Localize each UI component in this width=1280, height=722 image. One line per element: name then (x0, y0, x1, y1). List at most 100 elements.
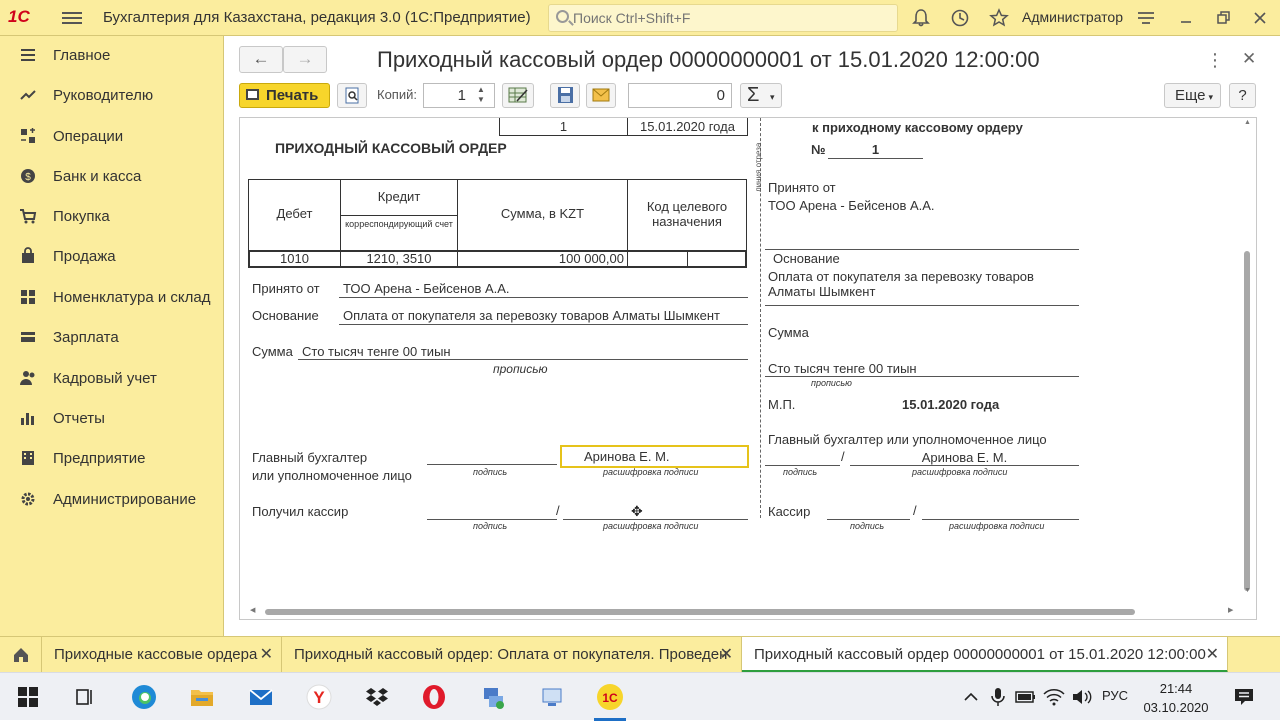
vertical-scrollbar[interactable] (1242, 126, 1252, 601)
scroll-up-icon[interactable]: ▲ (1244, 119, 1251, 126)
horizontal-scrollbar[interactable] (265, 606, 1225, 616)
close-tab-icon[interactable]: ✕ (1206, 637, 1219, 673)
sum-words-value[interactable]: Сто тысяч тенге 00 тиын (302, 344, 451, 359)
save-button[interactable] (550, 83, 580, 108)
app-logo[interactable]: 1С (8, 7, 48, 29)
basis-value[interactable]: Оплата от покупателя за перевозку товаро… (343, 308, 720, 323)
sum-field[interactable]: 0 (628, 83, 732, 108)
copies-stepper-icon[interactable]: ▲ ▼ (477, 85, 485, 105)
receipt-sum-words[interactable]: Сто тысяч тенге 00 тиын (768, 361, 917, 376)
close-tab-icon[interactable]: ✕ (260, 637, 273, 673)
1c-app-icon[interactable]: 1С (594, 681, 626, 721)
home-button[interactable] (0, 637, 42, 673)
top-number-cell[interactable]: 1 (499, 118, 628, 136)
sidebar-item-hr[interactable]: Кадровый учет (0, 363, 224, 395)
tab-cash-order-print[interactable]: Приходный кассовый ордер 00000000001 от … (742, 637, 1228, 673)
email-button[interactable] (586, 83, 616, 108)
received-from-value[interactable]: ТОО Арена - Бейсенов А.А. (343, 281, 510, 296)
in-words-caption: прописью (493, 362, 548, 376)
system-clock[interactable]: 21:44 03.10.2020 (1140, 679, 1212, 717)
clock-time: 21:44 (1159, 681, 1193, 696)
tab-cash-orders-list[interactable]: Приходные кассовые ордера ✕ (42, 637, 282, 673)
home-icon (14, 648, 28, 662)
credit-header: Кредит (377, 189, 421, 204)
top-date-cell[interactable]: 15.01.2020 года (627, 118, 748, 136)
sidebar-item-label: Номенклатура и склад (53, 289, 211, 306)
sidebar-item-label: Администрирование (53, 491, 197, 508)
help-button[interactable]: ? (1229, 83, 1256, 108)
yandex-browser-icon[interactable]: Y (303, 681, 335, 713)
settings-menu-icon[interactable] (1136, 8, 1156, 28)
search-box[interactable] (548, 4, 898, 32)
sidebar-item-purchase[interactable]: Покупка (0, 201, 224, 233)
forward-button[interactable]: → (283, 46, 327, 73)
scroll-left-icon[interactable]: ◀ (250, 606, 255, 614)
debit-header: Дебет (276, 206, 313, 221)
volume-icon[interactable] (1066, 681, 1098, 713)
print-button-label: Печать (266, 87, 319, 104)
favorites-star-icon[interactable] (989, 8, 1009, 28)
notifications-icon[interactable] (1228, 681, 1260, 713)
copies-label: Копий: (377, 87, 417, 102)
sidebar-item-main[interactable]: Главное (0, 40, 224, 72)
receipt-received-value[interactable]: ТОО Арена - Бейсенов А.А. (768, 198, 935, 213)
print-button[interactable]: Печать (239, 83, 330, 108)
edge-browser-icon[interactable] (128, 681, 160, 713)
close-tab-icon[interactable]: ✕ (720, 637, 733, 673)
minimize-icon[interactable] (1176, 8, 1196, 28)
receipt-number-value[interactable]: 1 (828, 142, 923, 157)
receipt-basis-line1[interactable]: Оплата от покупателя за перевозку товаро… (768, 269, 1034, 284)
separator-slash: / (841, 449, 845, 464)
bar-chart-icon (19, 409, 37, 427)
move-cursor-icon: ✥ (631, 503, 643, 519)
edit-mode-button[interactable] (502, 83, 534, 108)
sidebar-item-nomenclature[interactable]: Номенклатура и склад (0, 282, 224, 314)
preview-icon (345, 87, 359, 104)
amount-value[interactable]: 100 000,00 (457, 251, 624, 266)
close-window-icon[interactable] (1250, 8, 1270, 28)
bell-icon[interactable] (911, 8, 931, 28)
sidebar-item-salary[interactable]: Зарплата (0, 322, 224, 354)
receipt-chief-name[interactable]: Аринова Е. М. (850, 450, 1079, 465)
close-document-icon[interactable]: ✕ (1242, 49, 1256, 69)
language-indicator[interactable]: РУС (1102, 688, 1128, 703)
receipt-date[interactable]: 15.01.2020 года (902, 397, 999, 412)
receipt-number-label: № (811, 142, 826, 157)
windows-start-icon[interactable] (12, 681, 44, 713)
tab-label: Приходные кассовые ордера (54, 646, 258, 663)
receipt-in-words-caption: прописью (811, 378, 852, 388)
sidebar-item-enterprise[interactable]: Предприятие (0, 443, 224, 475)
user-name[interactable]: Администратор (1022, 9, 1123, 25)
tab-cash-order-posted[interactable]: Приходный кассовый ордер: Оплата от поку… (282, 637, 742, 673)
sidebar-item-admin[interactable]: Администрирование (0, 484, 224, 516)
credit-value[interactable]: 1210, 3510 (340, 251, 458, 266)
opera-browser-icon[interactable] (418, 681, 450, 713)
search-input[interactable] (573, 8, 893, 28)
history-icon[interactable] (950, 8, 970, 28)
sidebar-item-operations[interactable]: Операции (0, 121, 224, 153)
sidebar-item-director[interactable]: Руководителю (0, 80, 224, 112)
dropdown-icon: ▾ (1208, 92, 1214, 102)
sum-mode-button[interactable]: Σ ▾ (740, 83, 782, 108)
sidebar-item-sales[interactable]: Продажа (0, 241, 224, 273)
scroll-right-icon[interactable]: ▶ (1228, 606, 1233, 614)
back-button[interactable]: ← (239, 46, 283, 73)
task-view-icon[interactable] (68, 681, 100, 713)
main-menu-icon[interactable] (62, 9, 82, 27)
chief-name-cell[interactable]: Аринова Е. М. (560, 445, 749, 468)
os-taskbar: Y 1С РУС 21:44 03.10.2020 (0, 672, 1280, 721)
mail-app-icon[interactable] (245, 681, 277, 713)
remote-desktop-icon[interactable] (536, 681, 568, 713)
debit-value[interactable]: 1010 (248, 251, 341, 266)
receipt-basis-line2[interactable]: Алматы Шымкент (768, 284, 875, 299)
preview-button[interactable] (337, 83, 367, 108)
sidebar-item-bank[interactable]: $ Банк и касса (0, 161, 224, 193)
more-actions-icon[interactable]: ⋮ (1206, 50, 1224, 71)
restore-icon[interactable] (1213, 8, 1233, 28)
network-app-icon[interactable] (477, 681, 509, 713)
more-button[interactable]: Еще ▾ (1164, 83, 1221, 108)
file-explorer-icon[interactable] (186, 681, 218, 713)
sidebar-item-reports[interactable]: Отчеты (0, 403, 224, 435)
dropbox-icon[interactable] (361, 681, 393, 713)
scroll-down-icon[interactable]: ▼ (1244, 587, 1251, 594)
